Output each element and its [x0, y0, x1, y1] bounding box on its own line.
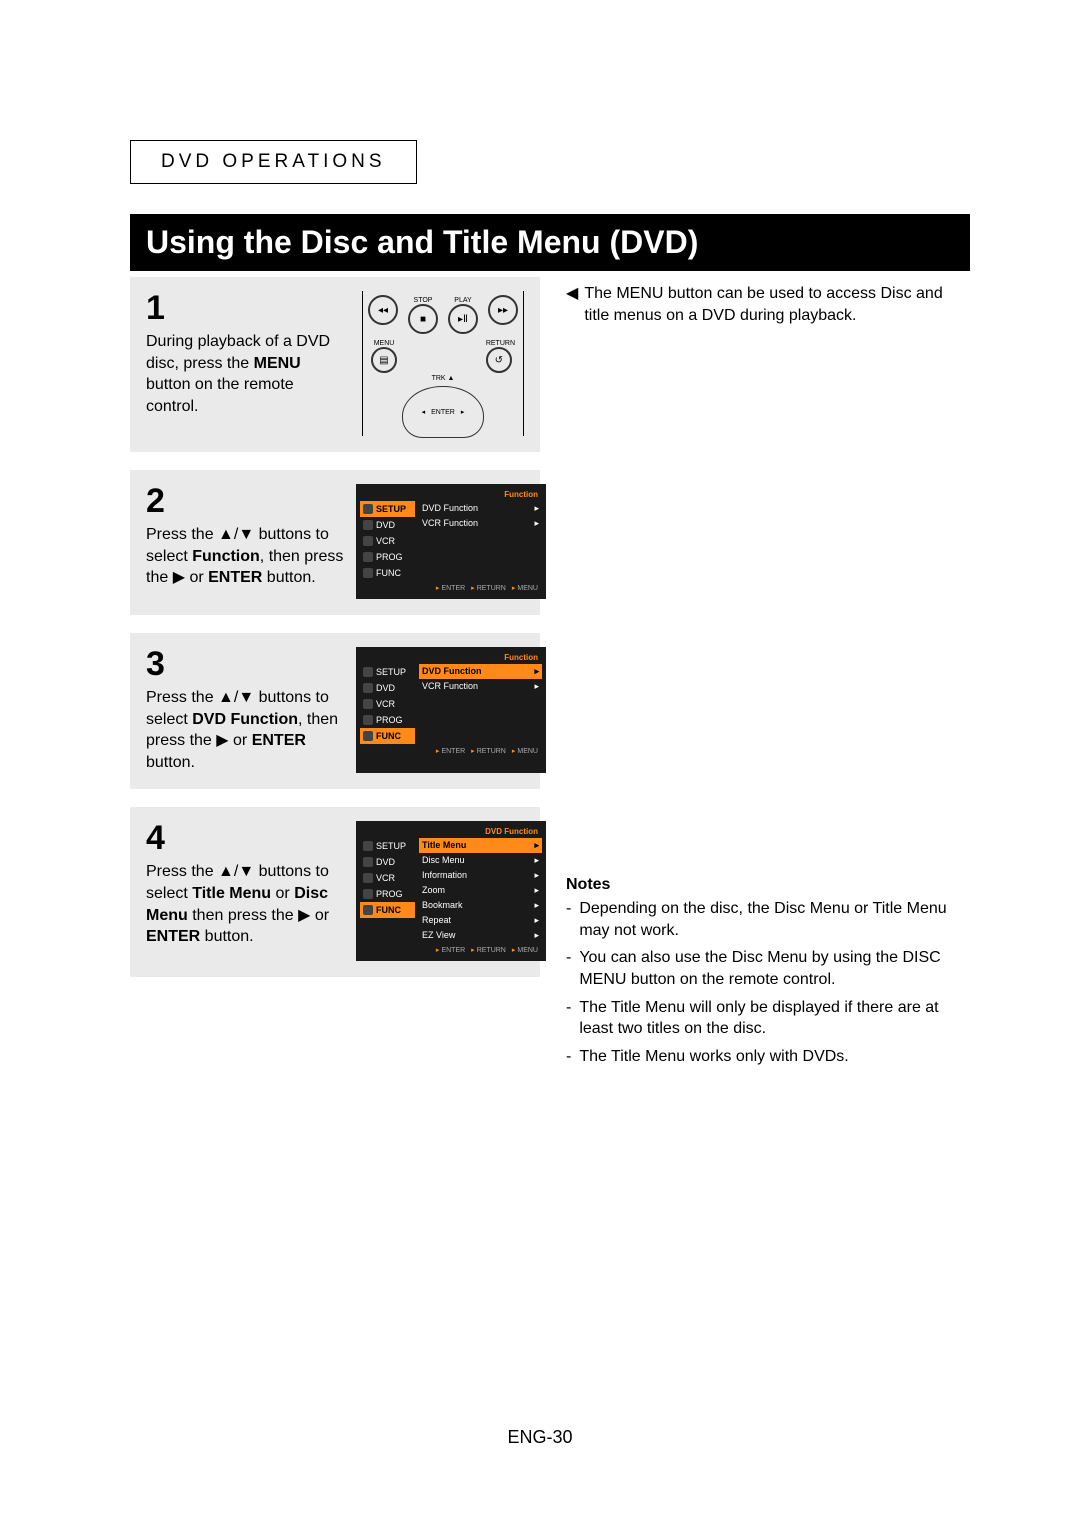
step-text: Press the ▲/▼ buttons to select Function… [146, 524, 346, 589]
step-text: Press the ▲/▼ buttons to select Title Me… [146, 861, 346, 947]
page-number: ENG-30 [0, 1427, 1080, 1448]
tip-callout: ◀ The MENU button can be used to access … [566, 283, 970, 326]
note-item: Depending on the disc, the Disc Menu or … [566, 898, 970, 941]
step-1: 1 During playback of a DVD disc, press t… [130, 277, 540, 452]
step-3: 3 Press the ▲/▼ buttons to select DVD Fu… [130, 633, 540, 789]
note-item: You can also use the Disc Menu by using … [566, 947, 970, 990]
step-2: 2 Press the ▲/▼ buttons to select Functi… [130, 470, 540, 615]
step-number: 4 [146, 821, 346, 855]
left-arrow-icon: ◀ [566, 283, 578, 305]
step-number: 2 [146, 484, 346, 518]
note-item: The Title Menu will only be displayed if… [566, 997, 970, 1040]
play-icon: ▸Ⅱ [448, 304, 478, 334]
osd-screenshot: DVD FunctionSETUPDVDVCRPROGFUNCTitle Men… [356, 821, 546, 961]
page-title: Using the Disc and Title Menu (DVD) [130, 214, 970, 271]
step-number: 1 [146, 291, 346, 325]
note-item: The Title Menu works only with DVDs. [566, 1046, 970, 1068]
notes-list: Depending on the disc, the Disc Menu or … [566, 898, 970, 1067]
section-header: DVD OPERATIONS [130, 140, 417, 184]
rewind-icon: ◂◂ [368, 295, 398, 325]
step-text: Press the ▲/▼ buttons to select DVD Func… [146, 687, 346, 773]
notes-column: ◀ The MENU button can be used to access … [566, 277, 970, 1073]
osd-screenshot: FunctionSETUPDVDVCRPROGFUNCDVD Function▸… [356, 484, 546, 599]
step-text: During playback of a DVD disc, press the… [146, 331, 346, 417]
remote-diagram: ◂◂ STOP■ PLAY▸Ⅱ ▸▸ MENU▤ RETURN↺ TRK ▲ ◂ [362, 291, 524, 436]
stop-icon: ■ [408, 304, 438, 334]
notes-heading: Notes [566, 876, 970, 894]
step-number: 3 [146, 647, 346, 681]
menu-button-icon: ▤ [371, 347, 397, 373]
osd-screenshot: FunctionSETUPDVDVCRPROGFUNCDVD Function▸… [356, 647, 546, 773]
step-4: 4 Press the ▲/▼ buttons to select Title … [130, 807, 540, 977]
dpad-icon: ◂ ENTER ▸ [402, 386, 484, 438]
return-button-icon: ↺ [486, 347, 512, 373]
forward-icon: ▸▸ [488, 295, 518, 325]
steps-column: 1 During playback of a DVD disc, press t… [130, 277, 540, 1073]
